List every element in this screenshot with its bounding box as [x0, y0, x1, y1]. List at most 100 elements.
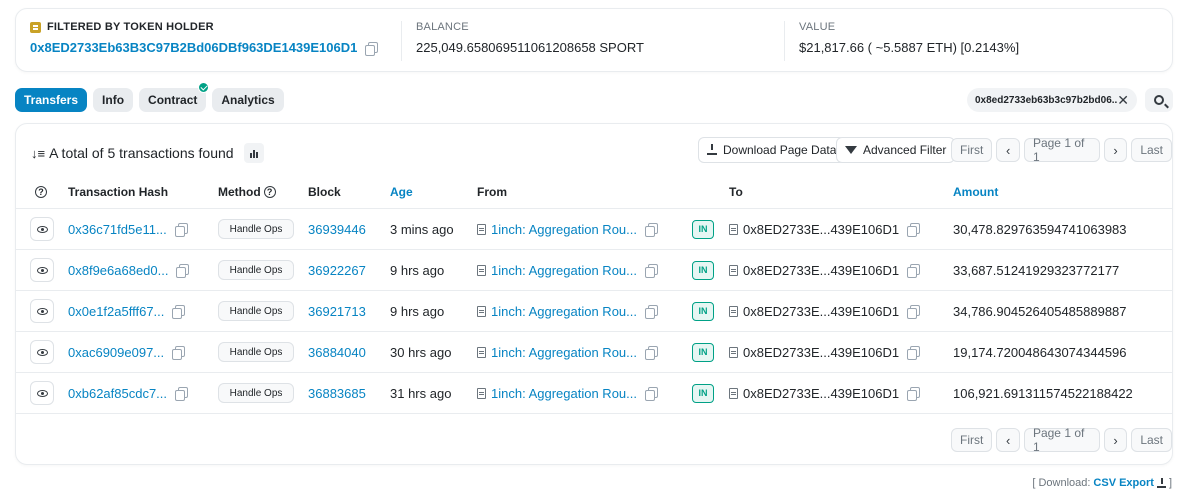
chevron-left-icon[interactable]: ‹ [996, 428, 1020, 452]
sort-desc-icon: ↓≡ [31, 145, 46, 161]
copy-icon[interactable] [365, 41, 379, 56]
table-header: ? Transaction Hash Method ? Block Age Fr… [16, 176, 1172, 209]
from-address-link[interactable]: 1inch: Aggregation Rou... [491, 263, 637, 278]
block-link[interactable]: 36883685 [308, 386, 366, 401]
copy-icon[interactable] [172, 305, 186, 319]
chevron-right-icon[interactable]: › [1103, 428, 1128, 452]
from-address-link[interactable]: 1inch: Aggregation Rou... [491, 345, 637, 360]
csv-export-link[interactable]: CSV Export [1093, 477, 1154, 489]
block-link[interactable]: 36921713 [308, 304, 366, 319]
holder-address-link[interactable]: 0x8ED2733Eb63B3C97B2Bd06DBf963DE1439E106… [30, 40, 357, 55]
block-link[interactable]: 36884040 [308, 345, 366, 360]
tx-hash-link[interactable]: 0xac6909e097... [68, 345, 164, 360]
table-row: 0xac6909e097... Handle Ops 36884040 30 hrs … [16, 332, 1172, 373]
from-address-link[interactable]: 1inch: Aggregation Rou... [491, 304, 637, 319]
first-page-button[interactable]: First [951, 428, 993, 452]
direction-badge: IN [692, 260, 714, 280]
contract-icon [477, 223, 486, 235]
value-amount: $21,817.66 ( ~5.5887 ETH) [0.2143%] [799, 40, 1020, 55]
help-icon[interactable]: ? [263, 186, 276, 198]
first-page-button[interactable]: First [951, 138, 993, 162]
block-link[interactable]: 36922267 [308, 263, 366, 278]
view-details-button[interactable] [30, 258, 54, 282]
filter-label: FILTERED BY TOKEN HOLDER [47, 21, 214, 33]
tx-hash-link[interactable]: 0x8f9e6a68ed0... [68, 263, 168, 278]
eye-icon [36, 348, 48, 356]
chevron-right-icon[interactable]: › [1103, 138, 1128, 162]
block-link[interactable]: 36939446 [308, 222, 366, 237]
copy-icon[interactable] [645, 223, 658, 237]
from-address-link[interactable]: 1inch: Aggregation Rou... [491, 222, 637, 237]
method-badge: Handle Ops [218, 383, 294, 403]
copy-icon[interactable] [645, 264, 658, 278]
copy-icon[interactable] [907, 223, 921, 237]
table-row: 0x8f9e6a68ed0... Handle Ops 36922267 9 hrs … [16, 250, 1172, 291]
csv-export-line: [ Download: CSV Export ] [1032, 477, 1172, 489]
page-indicator: Page 1 of 1 [1023, 136, 1100, 164]
search-icon [1154, 95, 1164, 105]
verified-check-icon [198, 82, 210, 93]
copy-icon[interactable] [645, 346, 658, 360]
amount-text: 106,921.691311574522188422 [953, 385, 1133, 401]
copy-icon[interactable] [176, 264, 190, 278]
table-row: 0x36c71fd5e11... Handle Ops 36939446 3 mins… [16, 209, 1172, 250]
download-page-data-button[interactable]: Download Page Data [698, 137, 846, 163]
copy-icon[interactable] [907, 346, 921, 360]
contract-icon [477, 346, 486, 358]
copy-icon[interactable] [645, 305, 658, 319]
copy-icon[interactable] [175, 387, 189, 401]
age-text: 9 hrs ago [390, 303, 445, 319]
contract-icon [729, 223, 738, 235]
view-details-button[interactable] [30, 340, 54, 364]
bar-chart-icon[interactable] [243, 143, 264, 163]
method-badge: Handle Ops [218, 260, 294, 280]
method-badge: Handle Ops [218, 219, 294, 239]
header-amount[interactable]: Amount [953, 176, 998, 208]
advanced-filter-button[interactable]: Advanced Filter [836, 137, 956, 163]
tab-bar: Transfers Info Contract Analytics [15, 82, 284, 112]
eye-icon [36, 266, 48, 274]
download-label: Download Page Data [723, 143, 837, 157]
help-icon[interactable]: ? [35, 186, 47, 198]
amount-text: 19,174.720048643074344596 [953, 344, 1127, 360]
transfers-table: ? Transaction Hash Method ? Block Age Fr… [16, 176, 1172, 414]
view-details-button[interactable] [30, 299, 54, 323]
to-address: 0x8ED2733E...439E106D1 [743, 385, 900, 401]
amount-text: 30,478.829763594741063983 [953, 221, 1127, 237]
filter-icon [845, 146, 857, 154]
transfers-toolbar: ↓≡ A total of 5 transactions found Downl… [16, 124, 1172, 176]
age-text: 30 hrs ago [390, 344, 452, 360]
to-address: 0x8ED2733E...439E106D1 [743, 262, 900, 278]
tx-hash-link[interactable]: 0xb62af85cdc7... [68, 386, 167, 401]
header-age[interactable]: Age [390, 176, 413, 208]
copy-icon[interactable] [907, 305, 921, 319]
from-address-link[interactable]: 1inch: Aggregation Rou... [491, 386, 637, 401]
age-text: 3 mins ago [390, 221, 454, 237]
tab-transfers[interactable]: Transfers [15, 88, 88, 112]
method-badge: Handle Ops [218, 342, 294, 362]
tab-analytics[interactable]: Analytics [212, 88, 284, 112]
contract-icon [729, 305, 738, 317]
view-details-button[interactable] [30, 217, 54, 241]
last-page-button[interactable]: Last [1131, 138, 1172, 162]
last-page-button[interactable]: Last [1131, 428, 1172, 452]
tx-hash-link[interactable]: 0x0e1f2a5fff67... [68, 304, 164, 319]
holder-section: FILTERED BY TOKEN HOLDER 0x8ED2733Eb63B3… [16, 9, 401, 71]
tx-hash-link[interactable]: 0x36c71fd5e11... [68, 222, 167, 237]
copy-icon[interactable] [907, 264, 921, 278]
tab-contract[interactable]: Contract [139, 82, 210, 112]
age-text: 31 hrs ago [390, 385, 452, 401]
contract-icon [729, 346, 738, 358]
search-button[interactable] [1145, 88, 1173, 112]
copy-icon[interactable] [645, 387, 658, 401]
contract-icon [477, 264, 486, 276]
balance-section: BALANCE 225,049.658069511061208658 SPORT [401, 21, 784, 61]
view-details-button[interactable] [30, 381, 54, 405]
copy-icon[interactable] [907, 387, 921, 401]
tab-info[interactable]: Info [93, 88, 134, 112]
copy-icon[interactable] [174, 223, 188, 237]
close-icon[interactable]: ✕ [1117, 92, 1129, 109]
csv-suffix: ] [1168, 477, 1172, 489]
chevron-left-icon[interactable]: ‹ [996, 138, 1020, 162]
copy-icon[interactable] [172, 346, 186, 360]
